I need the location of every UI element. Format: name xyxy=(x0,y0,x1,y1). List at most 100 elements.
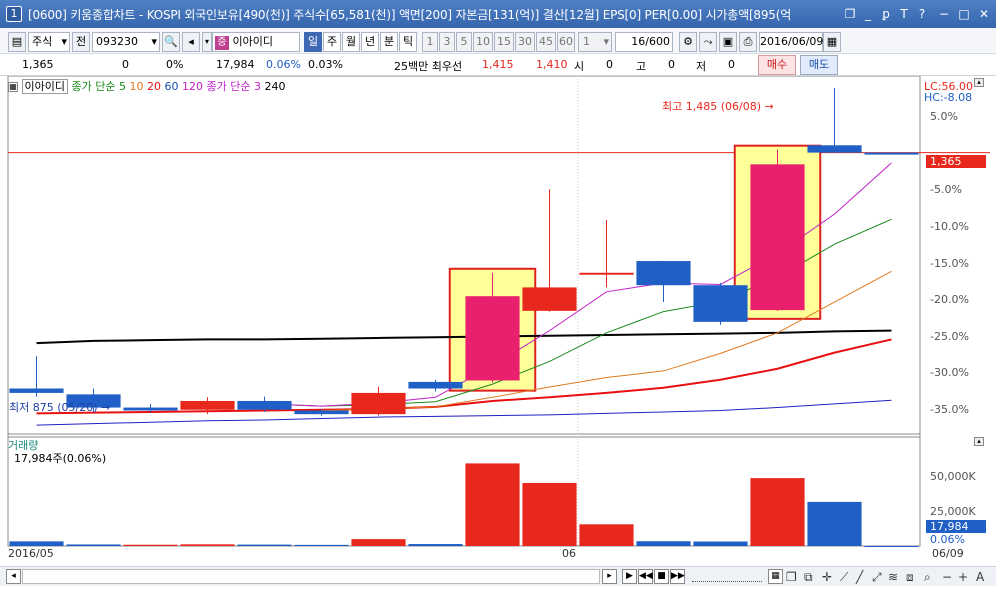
tab-week[interactable]: 주 xyxy=(323,32,341,52)
tab-day[interactable]: 일 xyxy=(304,32,322,52)
search-icon[interactable]: 🔍 xyxy=(162,32,180,52)
zoom-slider[interactable] xyxy=(692,571,762,582)
scroll-left-icon[interactable]: ◂ xyxy=(6,569,21,584)
hc-label: HC:-8.08 xyxy=(924,91,973,104)
volume-bar xyxy=(750,478,805,546)
minute-option[interactable]: 15 xyxy=(494,32,514,52)
horizontal-scrollbar[interactable] xyxy=(22,569,600,584)
volume-bar xyxy=(465,463,520,546)
buy-button[interactable]: 매수 xyxy=(758,55,796,75)
stop-icon[interactable]: ■ xyxy=(654,569,669,584)
price-tick-label: -5.0% xyxy=(930,183,962,197)
chevron-down-icon: ▾ xyxy=(603,35,609,48)
text-size-icon[interactable]: A xyxy=(976,569,984,585)
speaker-icon[interactable]: ◂ xyxy=(182,32,200,52)
change-rate: 0% xyxy=(166,58,184,71)
play-icon[interactable]: ▶ xyxy=(622,569,637,584)
volume: 17,984 xyxy=(216,58,255,71)
copy-icon[interactable]: ❐ xyxy=(786,569,797,585)
maximize-button[interactable]: □ xyxy=(956,6,972,22)
low-annotation-text: 최저 875 (05/20) xyxy=(9,401,98,414)
stock-code-value: 093230 xyxy=(96,35,138,48)
minute-option[interactable]: 5 xyxy=(456,32,472,52)
volume-bar xyxy=(123,544,178,546)
chevron-down-icon: ▾ xyxy=(61,35,67,48)
market-select[interactable]: 주식 ▾ xyxy=(28,32,70,52)
tab-minute[interactable]: 분 xyxy=(380,32,398,52)
prev-button[interactable]: 전 xyxy=(72,32,90,52)
calendar-icon[interactable]: ▦ xyxy=(823,32,841,52)
stock-name-value: 이아이디 xyxy=(232,35,273,48)
count-value: 16 xyxy=(631,35,646,48)
panel-expand-icon[interactable]: ▴ xyxy=(974,78,984,87)
fib-icon[interactable]: ≋ xyxy=(888,569,898,585)
minute-option[interactable]: 30 xyxy=(515,32,535,52)
chart-settings-icon[interactable]: ⚙ xyxy=(679,32,697,52)
interval-select[interactable]: 1 ▾ xyxy=(578,32,612,52)
draw-tool-icon[interactable]: ⤳ xyxy=(699,32,717,52)
window-number: 1 xyxy=(6,6,22,22)
panel-expand-icon[interactable]: ▴ xyxy=(974,437,984,446)
volume-rate: 0.06% xyxy=(266,58,301,71)
print-icon[interactable]: ⎙ xyxy=(739,32,757,52)
candle-body xyxy=(123,407,178,411)
minute-option[interactable]: 1 xyxy=(422,32,438,52)
minute-option[interactable]: 45 xyxy=(536,32,556,52)
tab-year[interactable]: 년 xyxy=(361,32,379,52)
candle-body xyxy=(750,164,805,311)
price-chart[interactable] xyxy=(0,76,996,566)
candle-body xyxy=(579,272,634,275)
volume-bar xyxy=(66,544,121,546)
minute-option[interactable]: 10 xyxy=(473,32,493,52)
date-input[interactable]: 2016/06/09 xyxy=(759,32,823,52)
minimize-line-icon[interactable]: _ xyxy=(860,6,876,22)
zoom-out-icon[interactable]: − xyxy=(942,569,952,585)
ray-icon[interactable]: ⤢ xyxy=(872,569,882,585)
candle-body xyxy=(636,261,691,286)
toolbar: ▤ 주식 ▾ 전 093230 ▾ 🔍 ◂ ▾ 증 이아이디 일 주 월 년 분 틱… xyxy=(0,28,996,54)
save-icon[interactable]: ▣ xyxy=(719,32,737,52)
stock-name-field[interactable]: 증 이아이디 xyxy=(212,32,300,52)
price-tick-label: -30.0% xyxy=(930,366,969,380)
help-icon[interactable]: ? xyxy=(914,6,930,22)
candle-body xyxy=(408,381,463,389)
zoom-in-icon[interactable]: + xyxy=(958,569,968,585)
price-tick-label: -15.0% xyxy=(930,256,969,270)
speaker-menu-icon[interactable]: ▾ xyxy=(202,32,212,52)
minute-option[interactable]: 3 xyxy=(439,32,455,52)
fast-forward-icon[interactable]: ▶▶ xyxy=(670,569,685,584)
volume-bar xyxy=(522,483,577,546)
stock-code-input[interactable]: 093230 ▾ xyxy=(92,32,160,52)
current-volume-tag: 17,984 xyxy=(926,520,986,533)
layout-icon[interactable]: ▤ xyxy=(8,32,26,52)
volume-panel-value: 17,984주(0.06%) xyxy=(14,452,107,465)
bid-price: 1,410 xyxy=(536,58,568,71)
line-icon[interactable]: ╱ xyxy=(856,569,863,585)
price-change: 0 xyxy=(122,58,129,71)
calendar-icon[interactable]: ▦ xyxy=(768,569,783,584)
chevron-down-icon: ▾ xyxy=(151,35,157,48)
tab-tick[interactable]: 틱 xyxy=(399,32,417,52)
close-button[interactable]: ✕ xyxy=(976,6,992,22)
candle-body xyxy=(351,392,406,415)
candle-body xyxy=(465,296,520,381)
minute-option[interactable]: 60 xyxy=(557,32,575,52)
sell-button[interactable]: 매도 xyxy=(800,55,838,75)
x-axis-start: 2016/05 xyxy=(8,547,54,560)
arrow-right-icon: → xyxy=(101,401,111,414)
candle-body xyxy=(693,285,748,322)
count-input[interactable]: 16/600 xyxy=(615,32,673,52)
cross-icon[interactable]: ✛ xyxy=(822,569,832,585)
pin-icon[interactable]: ꝑ xyxy=(878,6,894,22)
minimize-button[interactable]: − xyxy=(936,6,952,22)
rewind-icon[interactable]: ◀◀ xyxy=(638,569,653,584)
restore-window-icon[interactable]: ❐ xyxy=(842,6,858,22)
current-price-tag: 1,365 xyxy=(926,155,986,168)
scroll-right-icon[interactable]: ▸ xyxy=(602,569,617,584)
zoom-icon[interactable]: ⌕ xyxy=(924,569,931,585)
text-icon[interactable]: T xyxy=(896,6,912,22)
screenshot-icon[interactable]: ⧈ xyxy=(906,569,914,585)
trend-icon[interactable]: ⟋ xyxy=(840,569,848,585)
tab-month[interactable]: 월 xyxy=(342,32,360,52)
compare-icon[interactable]: ⧉ xyxy=(804,569,813,585)
